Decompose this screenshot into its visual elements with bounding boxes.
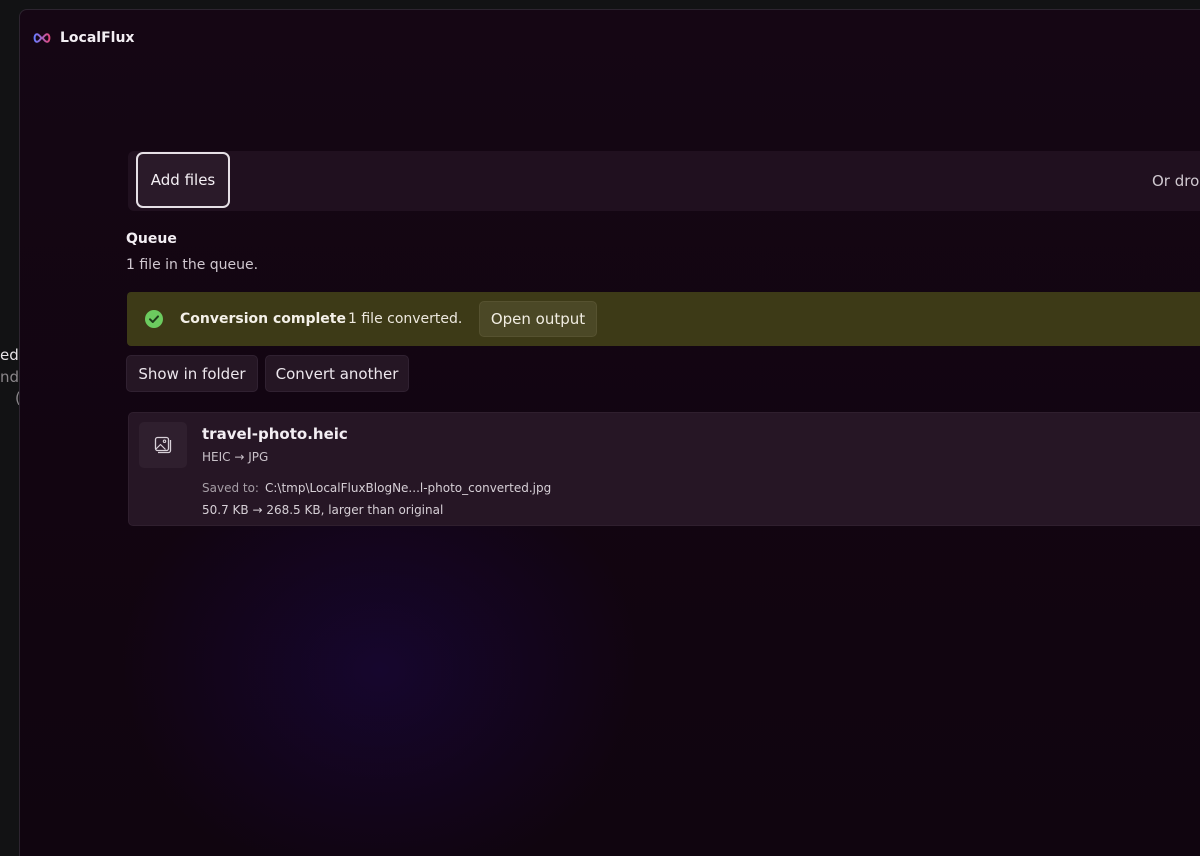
file-size-info: 50.7 KB → 268.5 KB, larger than original xyxy=(202,503,444,517)
app-window: LocalFlux Add files Or dro Queue 1 file … xyxy=(19,9,1200,856)
background-window-text: nd xyxy=(0,368,20,386)
open-output-button[interactable]: Open output xyxy=(479,301,597,337)
queue-heading: Queue xyxy=(126,231,177,247)
banner-title: Conversion complete xyxy=(180,311,346,327)
image-icon xyxy=(154,436,172,454)
check-circle-icon xyxy=(145,310,163,328)
file-drop-area[interactable]: Add files Or dro xyxy=(128,151,1200,211)
infinity-logo-icon xyxy=(33,33,51,43)
background-window-text: ed xyxy=(0,346,19,364)
file-conversion-type: HEIC → JPG xyxy=(202,450,269,464)
add-files-button[interactable]: Add files xyxy=(136,152,230,208)
drop-hint-text: Or dro xyxy=(1152,172,1200,190)
show-in-folder-button[interactable]: Show in folder xyxy=(126,355,258,392)
convert-another-button[interactable]: Convert another xyxy=(265,355,409,392)
banner-message: 1 file converted. xyxy=(348,311,463,327)
queue-count-text: 1 file in the queue. xyxy=(126,257,259,273)
file-name: travel-photo.heic xyxy=(202,425,348,443)
file-thumbnail xyxy=(139,422,187,468)
conversion-status-banner: Conversion complete 1 file converted. Op… xyxy=(127,292,1200,346)
file-item: travel-photo.heic HEIC → JPG Saved to: C:… xyxy=(128,412,1200,526)
title-bar: LocalFlux xyxy=(32,28,134,48)
saved-path: C:\tmp\LocalFluxBlogNe...l-photo_convert… xyxy=(264,481,552,495)
file-saved-location: Saved to: C:\tmp\LocalFluxBlogNe...l-phot… xyxy=(202,481,551,495)
app-title: LocalFlux xyxy=(60,30,135,46)
saved-to-label: Saved to: xyxy=(202,481,259,495)
